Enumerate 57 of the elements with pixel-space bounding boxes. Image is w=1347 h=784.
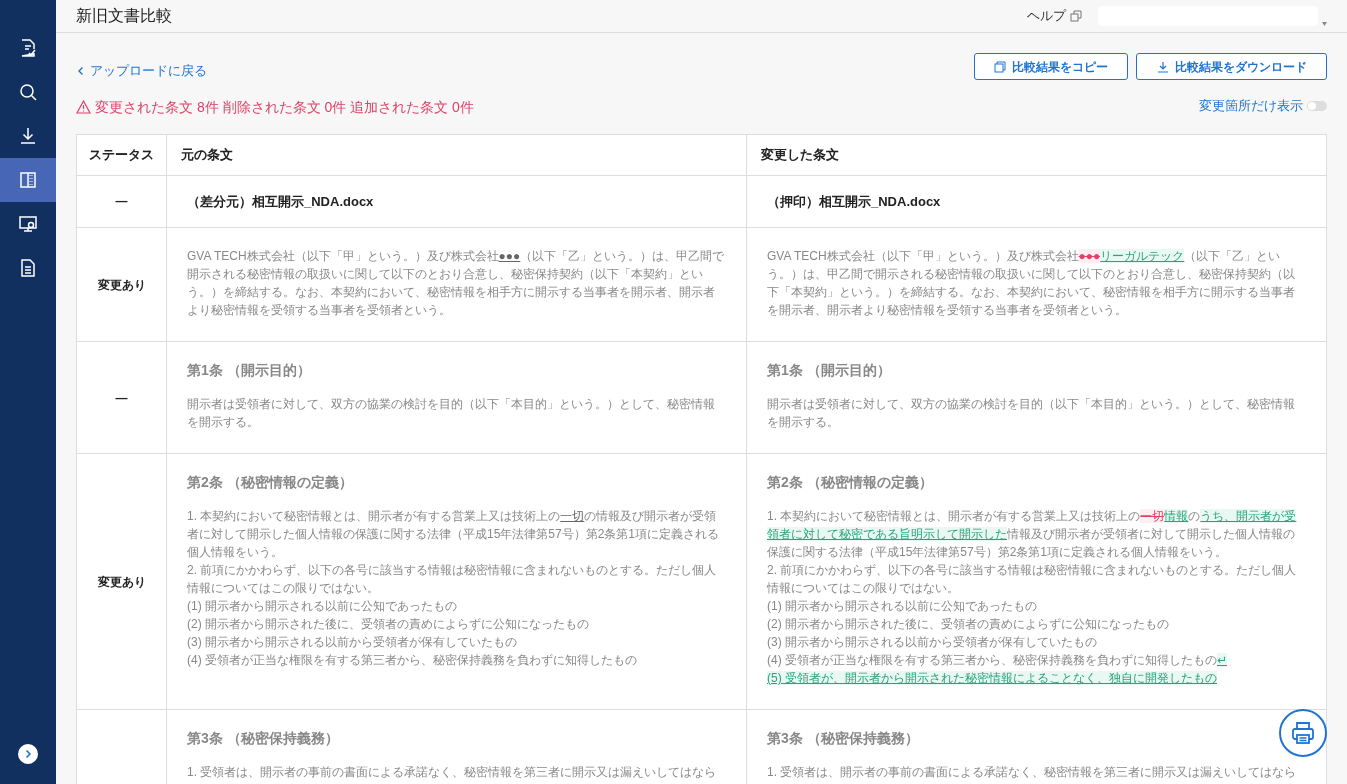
clause-heading: 第2条 （秘密情報の定義） — [767, 473, 934, 491]
clause-text: (2) 開示者から開示された後に、受領者の責めによらずに公知になったもの — [187, 616, 590, 633]
split-panel-icon — [18, 170, 38, 190]
status-text: 変更あり — [97, 574, 146, 589]
clause-text: (1) 開示者から開示される以前に公知であったもの — [187, 598, 458, 615]
toggle-label: 変更箇所だけ表示 — [1199, 97, 1303, 115]
file-name: （押印）相互開示_NDA.docx — [767, 193, 941, 209]
clause-heading: 第1条 （開示目的） — [187, 361, 312, 379]
file-name: （差分元）相互開示_NDA.docx — [187, 193, 374, 209]
external-window-icon — [1070, 10, 1082, 22]
clause-text: GVA TECH株式会社（以下「甲」という。）及び株式会社●●●（以下「乙」という。）は、甲乙間で開示される秘密情報の取扱いに関して以下のとおり合意し、秘密保持契約（以下「本契約」という。）を締結する。なお、本契約において、秘密情報を相手方に開示する当事者を開示者、開示者より秘密情報を受領する当事者を受領者という。 — [187, 248, 726, 319]
status-text: — — [115, 390, 128, 405]
download-button[interactable]: 比較結果をダウンロード — [1136, 53, 1327, 80]
clause-text: GVA TECH株式会社（以下「甲」という。）及び株式会社●●●リーガルテック（以下「乙」という。）は、甲乙間で開示される秘密情報の取扱いに関して以下のとおり合意し、秘密保持契約（以下「本契約」という。）を締結する。なお、本契約において、秘密情報を相手方に開示する当事者を開示者、開示者より秘密情報を受領する当事者を受領者という。 — [767, 248, 1296, 319]
clause-heading: 第3条 （秘密保持義務） — [767, 729, 920, 747]
copy-button[interactable]: 比較結果をコピー — [974, 53, 1128, 80]
page-title: 新旧文書比較 — [76, 6, 172, 26]
toggle-switch[interactable] — [1307, 100, 1327, 111]
expand-button[interactable] — [18, 744, 38, 764]
monitor-gear-icon — [18, 214, 38, 234]
document-icon — [18, 258, 38, 278]
chevron-right-icon — [23, 749, 33, 759]
clause-text: (5) 受領者が、開示者から開示された秘密情報によることなく、独自に開発したもの — [767, 670, 1218, 687]
back-link[interactable]: アップロードに戻る — [76, 61, 474, 81]
clause-text: (4) 受領者が正当な権限を有する第三者から、秘密保持義務を負わずに知得したもの↵ — [767, 652, 1229, 669]
column-header: 元の条文 — [166, 134, 747, 175]
clause-text: 1. 本契約において秘密情報とは、開示者が有する営業上又は技術上の一切情報のうち、開示者が受領者に対して秘密である旨明示して開示した情報及び開示者が受領者に対して開示した個人情報の保護に関する法律（平成15年法律第57号）第2条第1項に定義される個人情報をいう。 — [767, 508, 1298, 561]
clause-heading: 第2条 （秘密情報の定義） — [187, 473, 354, 491]
clause-text: (1) 開示者から開示される以前に公知であったもの — [767, 598, 1038, 615]
copy-icon — [994, 60, 1006, 73]
clause-text: 開示者は受領者に対して、双方の協業の検討を目的（以下「本目的」という。）として、秘密情報を開示する。 — [767, 396, 1296, 431]
column-header: 変更した条文 — [746, 134, 1327, 175]
clause-text: 1. 本契約において秘密情報とは、開示者が有する営業上又は技術上の一切の情報及び開示者が受領者に対して開示した個人情報の保護に関する法律（平成15年法律第57号）第2条第1項に定義される個人情報をいう。 — [187, 508, 721, 561]
help-link[interactable]: ヘルプ — [1027, 6, 1082, 26]
change-summary: 変更された条文 8件 削除された条文 0件 追加された条文 0件 — [95, 97, 474, 117]
chevron-left-icon — [76, 65, 86, 76]
clause-text: 2. 前項にかかわらず、以下の各号に該当する情報は秘密情報に含まれないものとする。ただし個人情報についてはこの限りではない。 — [187, 562, 718, 597]
clause-text: 1. 受領者は、開示者の事前の書面による承諾なく、秘密情報を第三者に開示又は漏えいしてはなら — [187, 764, 718, 781]
sidebar-item[interactable] — [0, 158, 56, 202]
clause-heading: 第1条 （開示目的） — [767, 361, 892, 379]
download-icon — [18, 126, 38, 146]
download-icon — [1156, 60, 1169, 73]
clause-heading: 第3条 （秘密保持義務） — [187, 729, 340, 747]
clause-text: (4) 受領者が正当な権限を有する第三者から、秘密保持義務を負わずに知得したもの — [187, 652, 638, 669]
clause-text: (3) 開示者から開示される以前から受領者が保有していたもの — [187, 634, 518, 651]
caret-icon — [1322, 22, 1327, 26]
clause-text: 2. 前項にかかわらず、以下の各号に該当する情報は秘密情報に含まれないものとする。ただし個人情報についてはこの限りではない。 — [767, 562, 1298, 597]
clause-text: 1. 受領者は、開示者の事前の書面による承諾なく、秘密情報を第三者に開示又は漏えいしてはなら — [767, 764, 1298, 781]
search-icon — [18, 82, 38, 102]
clause-text: (3) 開示者から開示される以前から受領者が保有していたもの — [767, 634, 1098, 651]
status-text: 変更あり — [97, 277, 146, 292]
clause-text: (2) 開示者から開示された後に、受領者の責めによらずに公知になったもの — [767, 616, 1170, 633]
printer-icon — [1290, 720, 1316, 746]
status-text: — — [115, 194, 128, 209]
column-header: ステータス — [76, 134, 167, 175]
warning-icon — [76, 100, 91, 114]
clause-text: 開示者は受領者に対して、双方の協業の検討を目的（以下「本目的」という。）として、秘密情報を開示する。 — [187, 396, 716, 431]
